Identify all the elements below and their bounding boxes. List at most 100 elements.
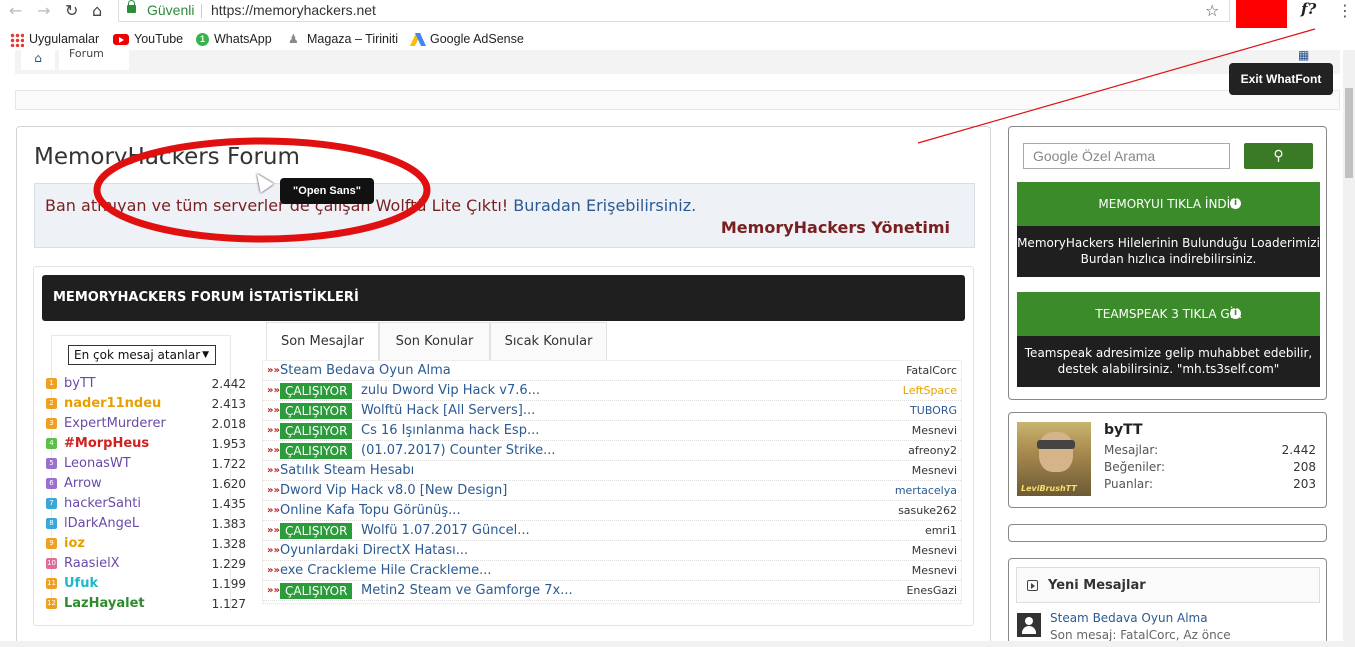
poster-name[interactable]: ioz [64, 534, 85, 554]
stat-value: 208 [1293, 460, 1316, 474]
avatar[interactable]: LeviBrushTT [1017, 422, 1091, 496]
message-author[interactable]: TUBORG [910, 401, 957, 421]
bookmark-star-icon[interactable]: ☆ [1205, 1, 1219, 20]
promo-teamspeak[interactable]: TEAMSPEAK 3 TIKLA GİR i Teamspeak adresim… [1017, 292, 1320, 387]
poster-name[interactable]: Ufuk [64, 574, 98, 594]
forum-stats-box: MEMORYHACKERS FORUM İSTATİSTİKLERİ En ço… [33, 266, 974, 626]
table-row[interactable]: »» Satılık Steam Hesabı Mesnevi [263, 461, 961, 481]
top-posters-select[interactable]: En çok mesaj atanlar ▼ [68, 345, 216, 365]
table-row[interactable]: »» ÇALIŞIYOR Wolfü 1.07.2017 Güncel... emri… [263, 521, 961, 541]
table-row[interactable]: »» ÇALIŞIYOR (01.07.2017) Counter Strike..… [263, 441, 961, 461]
table-row[interactable]: »» ÇALIŞIYOR Cs 16 Işınlanma hack Esp... Me… [263, 421, 961, 441]
select-value: En çok mesaj atanlar [74, 348, 201, 362]
new-message-link[interactable]: Steam Bedava Oyun Alma [1050, 611, 1208, 625]
poster-name[interactable]: RaasielX [64, 554, 120, 574]
message-author[interactable]: emri1 [925, 521, 957, 541]
message-title-link[interactable]: (01.07.2017) Counter Strike... [361, 441, 556, 461]
promo-memoryui[interactable]: MEMORYUI TIKLA İNDİR i MemoryHackers Hile… [1017, 182, 1320, 277]
message-title-link[interactable]: exe Crackleme Hile Crackleme... [280, 561, 492, 581]
back-icon[interactable]: ← [9, 1, 22, 21]
poster-name[interactable]: hackerSahti [64, 494, 141, 514]
whatfont-extension-button[interactable]: f? [1301, 0, 1316, 18]
horizontal-scrollbar[interactable] [0, 641, 1343, 647]
announcement-notice: Ban atmıyan ve tüm serverler de çalışan … [34, 183, 975, 248]
table-row[interactable]: »» Dword Vip Hack v8.0 [New Design] mertac… [263, 481, 961, 501]
list-item: 9 ioz 1.328 [46, 534, 250, 554]
message-title-link[interactable]: Metin2 Steam ve Gamforge 7x... [361, 581, 573, 601]
google-search-input[interactable]: Google Özel Arama [1023, 143, 1230, 169]
rank-badge: 12 [46, 598, 57, 609]
tab-son-mesajlar[interactable]: Son Mesajlar [266, 322, 379, 360]
message-author[interactable]: EnesGazi [906, 581, 957, 601]
status-badge: ÇALIŞIYOR [280, 523, 353, 539]
message-author[interactable]: Mesnevi [912, 461, 957, 481]
message-title-link[interactable]: Satılık Steam Hesabı [280, 461, 414, 481]
double-chevron-icon: »» [267, 405, 280, 416]
message-author[interactable]: Mesnevi [912, 421, 957, 441]
redacted-extension-area [1236, 0, 1287, 28]
new-messages-header: Yeni Mesajlar [1016, 567, 1320, 603]
bookmark-magaza[interactable]: ♟ Magaza – Tiriniti [288, 30, 398, 48]
message-author[interactable]: mertacelya [895, 481, 957, 501]
forward-icon[interactable]: → [37, 1, 50, 21]
poster-name[interactable]: LeonasWT [64, 454, 131, 474]
message-author[interactable]: Mesnevi [912, 541, 957, 561]
message-title-link[interactable]: Dword Vip Hack v8.0 [New Design] [280, 481, 507, 501]
double-chevron-icon: »» [267, 505, 280, 516]
url-field[interactable]: Güvenli https://memoryhackers.net [118, 0, 1230, 22]
table-row[interactable]: »» Steam Bedava Oyun Alma FatalCorc [263, 361, 961, 381]
table-row[interactable]: »» ÇALIŞIYOR Metin2 Steam ve Gamforge 7x..… [263, 581, 961, 601]
poster-name[interactable]: Arrow [64, 474, 102, 494]
table-row[interactable]: »» Online Kafa Topu Görünüş... sasuke262 [263, 501, 961, 521]
double-chevron-icon: »» [267, 465, 280, 476]
sitemap-icon[interactable]: ▦ [1298, 49, 1316, 64]
poster-name[interactable]: lDarkAngeL [64, 514, 139, 534]
message-title-link[interactable]: Cs 16 Işınlanma hack Esp... [361, 421, 539, 441]
reload-icon[interactable]: ↻ [65, 1, 78, 21]
message-author[interactable]: LeftSpace [903, 381, 957, 401]
table-row[interactable]: »» Oyunlardaki DirectX Hatası... Mesnevi [263, 541, 961, 561]
message-author[interactable]: sasuke262 [898, 501, 957, 521]
poster-name[interactable]: ExpertMurderer [64, 414, 166, 434]
table-row[interactable]: »» exe Crackleme Hile Crackleme... Mesnevi [263, 561, 961, 581]
message-author[interactable]: Mesnevi [912, 561, 957, 581]
message-title-link[interactable]: Wolftü Hack [All Servers]... [361, 401, 535, 421]
user-name[interactable]: byTT [1104, 422, 1143, 438]
scrollbar-thumb[interactable] [1345, 88, 1353, 178]
poster-name[interactable]: nader11ndeu [64, 394, 161, 414]
message-title-link[interactable]: Steam Bedava Oyun Alma [280, 361, 451, 381]
bookmark-youtube[interactable]: YouTube [113, 30, 183, 48]
message-author[interactable]: FatalCorc [906, 361, 957, 381]
table-row[interactable]: »» ÇALIŞIYOR Wolftü Hack [All Servers]... T… [263, 401, 961, 421]
table-row[interactable]: »» ÇALIŞIYOR zulu Dword Vip Hack v7.6... Le… [263, 381, 961, 401]
poster-name[interactable]: LazHayalet [64, 594, 145, 614]
home-breadcrumb-icon[interactable]: ⌂ [21, 50, 55, 70]
vertical-scrollbar[interactable] [1343, 50, 1355, 647]
menu-kebab-icon[interactable]: ⋮ [1337, 1, 1353, 20]
bookmark-whatsapp[interactable]: 1 WhatsApp [196, 30, 272, 48]
tab-sicak-konular[interactable]: Sıcak Konular [490, 322, 607, 360]
notice-link[interactable]: Buradan Erişebilirsiniz. [513, 196, 696, 215]
bookmark-label: WhatsApp [214, 32, 272, 46]
poster-name[interactable]: byTT [64, 374, 96, 394]
poster-name[interactable]: #MorpHeus [64, 434, 149, 454]
list-item: 7 hackerSahti 1.435 [46, 494, 250, 514]
bookmark-adsense[interactable]: Google AdSense [411, 30, 524, 48]
message-title-link[interactable]: zulu Dword Vip Hack v7.6... [361, 381, 540, 401]
exit-whatfont-button[interactable]: Exit WhatFont [1229, 63, 1333, 95]
youtube-icon [113, 34, 129, 46]
tab-son-konular[interactable]: Son Konular [379, 322, 490, 360]
double-chevron-icon: »» [267, 585, 280, 596]
breadcrumb-forum[interactable]: Forum [59, 48, 129, 70]
home-icon[interactable]: ⌂ [92, 1, 102, 21]
double-chevron-icon: »» [267, 545, 280, 556]
bookmark-apps[interactable]: Uygulamalar [10, 30, 99, 48]
list-item: 6 Arrow 1.620 [46, 474, 250, 494]
search-button[interactable]: ⚲ [1244, 143, 1313, 169]
message-title-link[interactable]: Oyunlardaki DirectX Hatası... [280, 541, 468, 561]
user-avatar-icon[interactable] [1017, 613, 1041, 637]
message-author[interactable]: afreony2 [908, 441, 957, 461]
message-title-link[interactable]: Wolfü 1.07.2017 Güncel... [361, 521, 530, 541]
message-title-link[interactable]: Online Kafa Topu Görünüş... [280, 501, 461, 521]
poster-count: 1.229 [211, 557, 246, 571]
